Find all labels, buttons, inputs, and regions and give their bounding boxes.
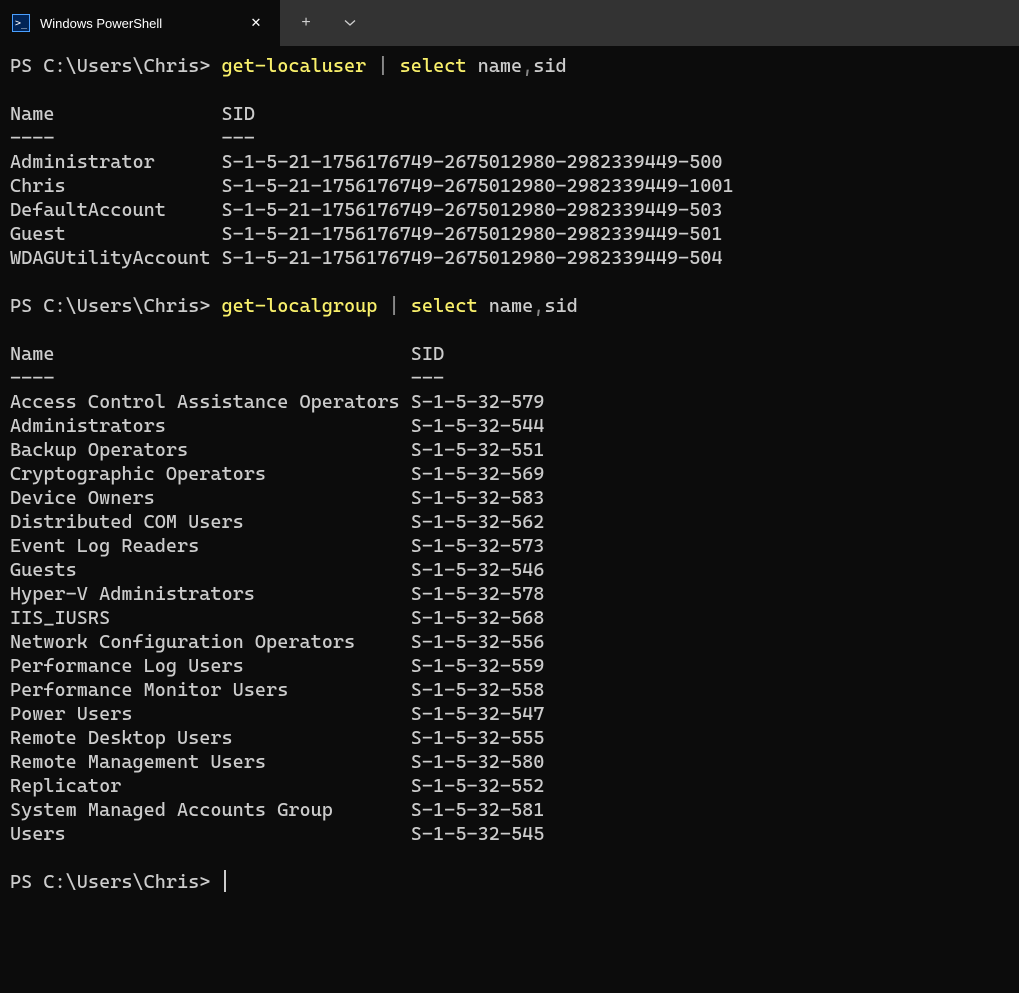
cmdlet: select <box>400 55 467 77</box>
prompt: PS C:\Users\Chris> <box>10 295 210 317</box>
tab-dropdown-button[interactable] <box>328 0 372 46</box>
pipe: | <box>377 295 410 317</box>
cmd-arg: name <box>478 295 534 317</box>
pipe: | <box>366 55 399 77</box>
titlebar: >_ Windows PowerShell ✕ + <box>0 0 1019 46</box>
new-tab-button[interactable]: + <box>284 0 328 46</box>
tab-title: Windows PowerShell <box>40 16 232 31</box>
comma: , <box>522 55 533 77</box>
cmdlet: get-localuser <box>222 55 367 77</box>
cmd-arg: name <box>466 55 522 77</box>
titlebar-controls: + <box>280 0 1019 46</box>
close-tab-button[interactable]: ✕ <box>242 9 270 37</box>
prompt: PS C:\Users\Chris> <box>10 871 210 893</box>
cmdlet: select <box>411 295 478 317</box>
cmd-arg: sid <box>533 55 566 77</box>
terminal-output[interactable]: PS C:\Users\Chris> get-localuser | selec… <box>0 46 1019 993</box>
powershell-icon: >_ <box>12 14 30 32</box>
chevron-down-icon <box>344 17 356 29</box>
cursor <box>224 870 226 892</box>
prompt: PS C:\Users\Chris> <box>10 55 210 77</box>
tab-powershell[interactable]: >_ Windows PowerShell ✕ <box>0 0 280 46</box>
cmdlet: get-localgroup <box>222 295 378 317</box>
cmd-arg: sid <box>544 295 577 317</box>
comma: , <box>533 295 544 317</box>
